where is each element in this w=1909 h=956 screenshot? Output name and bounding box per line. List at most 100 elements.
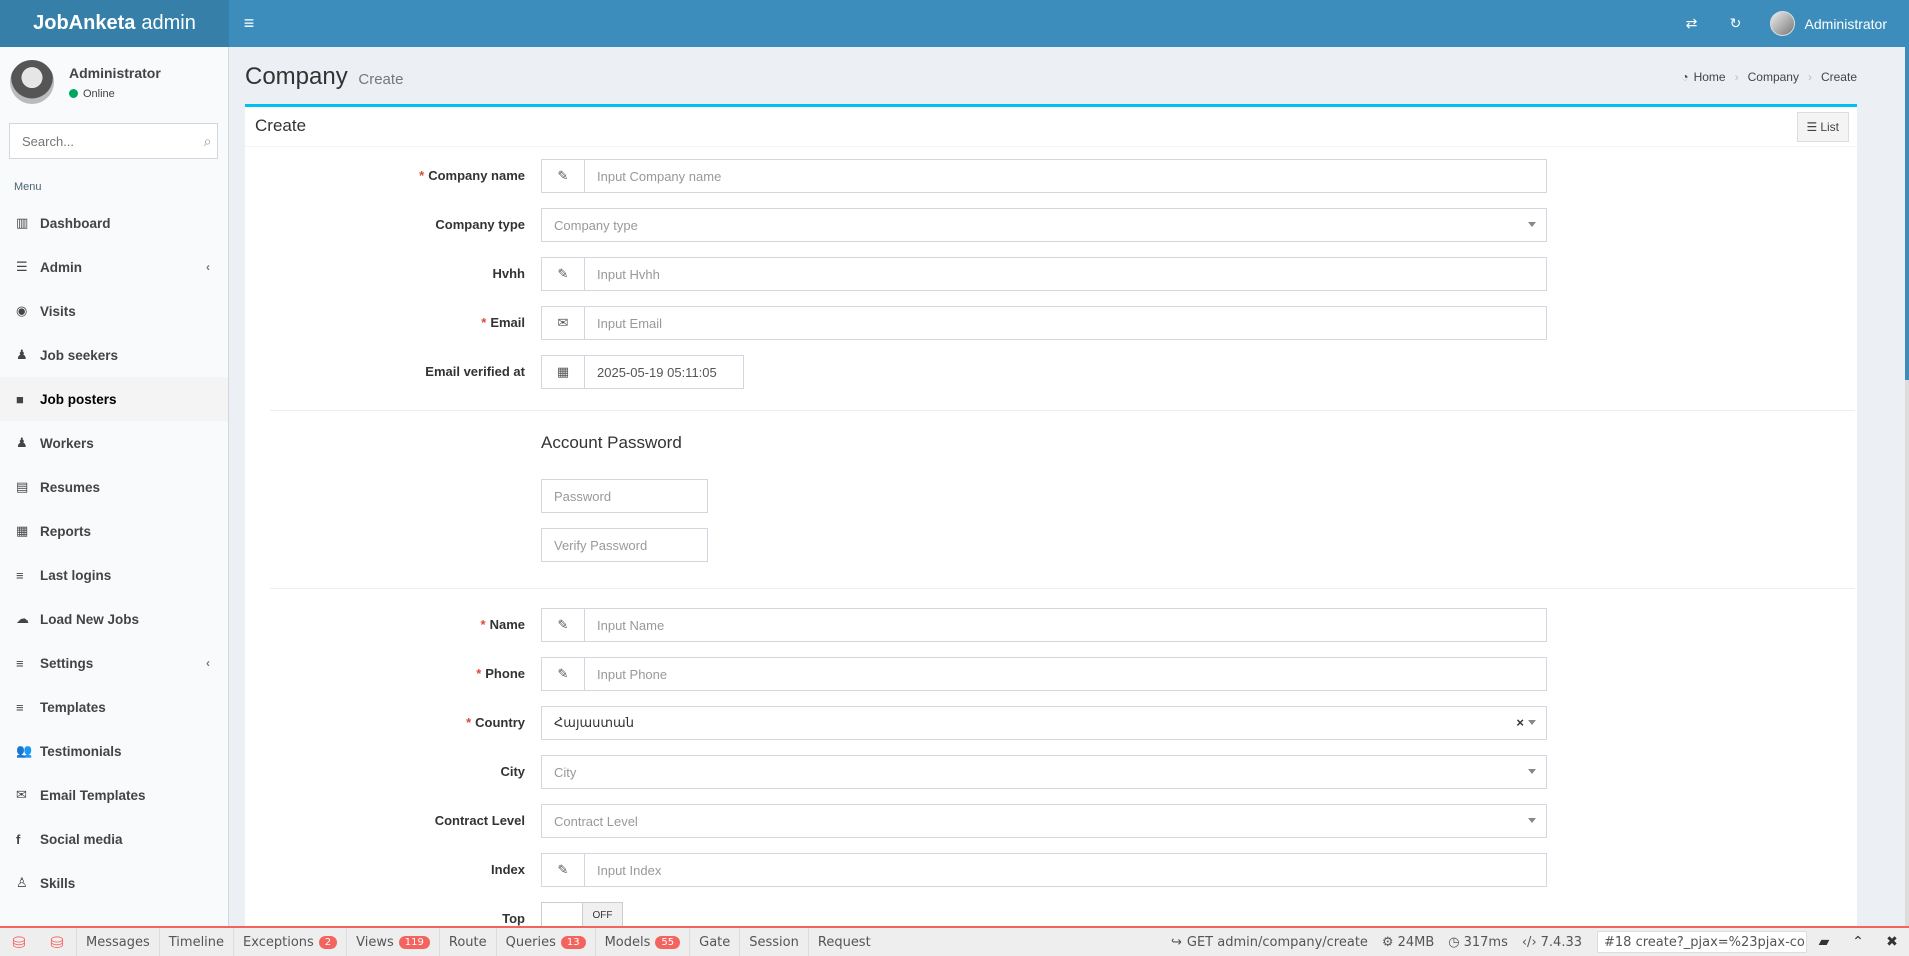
brand-logo[interactable]: JobAnketa admin: [0, 0, 229, 47]
company-name-field[interactable]: ✎ Input Company name: [541, 159, 1547, 193]
views-badge: 119: [398, 935, 430, 949]
email-label: * Email: [481, 315, 525, 330]
debug-tab-exceptions[interactable]: Exceptions 2: [233, 928, 346, 956]
sidebar-item-load-new-jobs[interactable]: ☁ Load New Jobs: [0, 597, 228, 641]
top-toggle[interactable]: OFF: [541, 902, 623, 928]
sidebar-item-social-media[interactable]: f Social media: [0, 817, 228, 861]
sidebar-item-resumes[interactable]: ▤ Resumes: [0, 465, 228, 509]
breadcrumb-company[interactable]: Company: [1748, 70, 1799, 84]
debug-tab-route[interactable]: Route: [438, 928, 496, 956]
menu-header: Menu: [14, 181, 42, 193]
contract-level-select[interactable]: Contract Level: [541, 804, 1547, 838]
name-field[interactable]: ✎ Input Name: [541, 608, 1547, 642]
bar-chart-icon: ▥: [16, 215, 29, 230]
password-input[interactable]: Password: [541, 479, 708, 513]
sidebar-item-last-logins[interactable]: ≡ Last logins: [0, 553, 228, 597]
debug-tab-request[interactable]: Request: [807, 928, 880, 956]
language-icon[interactable]: ⇄: [1670, 15, 1714, 32]
form-row-email: * Email ✉ Input Email: [245, 306, 1857, 340]
form-row-hvhh: Hvhh ✎ Input Hvhh: [245, 257, 1857, 291]
sidebar-item-label: Job seekers: [40, 347, 119, 363]
debug-tab-messages[interactable]: Messages: [76, 928, 159, 956]
chevron-up-icon[interactable]: ⌃: [1841, 934, 1875, 950]
index-input[interactable]: Input Index: [585, 863, 661, 878]
hvhh-label: Hvhh: [492, 266, 526, 281]
user-secret-icon: ♟: [16, 347, 28, 362]
facebook-icon: f: [16, 831, 21, 847]
verify-password-input[interactable]: Verify Password: [541, 528, 708, 562]
user-menu[interactable]: Administrator: [1805, 16, 1887, 32]
queries-badge: 13: [560, 935, 586, 949]
sidebar-item-job-seekers[interactable]: ♟ Job seekers: [0, 333, 228, 377]
breadcrumb: ◔ Home › Company › Create: [1681, 70, 1857, 84]
list-button[interactable]: ☰ List: [1796, 112, 1849, 142]
email-field[interactable]: ✉ Input Email: [541, 306, 1547, 340]
name-input[interactable]: Input Name: [585, 618, 664, 633]
envelope-icon: ✉: [16, 787, 27, 802]
sidebar-item-skills[interactable]: ♙ Skills: [0, 861, 228, 905]
sidebar-toggle-icon[interactable]: ≡: [229, 0, 269, 47]
debug-tab-queries[interactable]: Queries 13: [495, 928, 595, 956]
hvhh-input[interactable]: Input Hvhh: [585, 267, 660, 282]
sidebar-item-admin[interactable]: ☰ Admin ‹: [0, 245, 228, 289]
email-input[interactable]: Input Email: [585, 316, 662, 331]
company-type-select[interactable]: Company type: [541, 208, 1547, 242]
name-label: * Name: [480, 617, 525, 632]
sidebar-item-job-posters[interactable]: ■ Job posters: [0, 377, 228, 421]
email-verified-field[interactable]: ▦ 2025-05-19 05:11:05: [541, 355, 744, 389]
breadcrumb-separator: ›: [1807, 70, 1812, 84]
debug-tab-views[interactable]: Views 119: [346, 928, 439, 956]
sidebar-item-reports[interactable]: ▦ Reports: [0, 509, 228, 553]
list-icon: ☰: [1806, 120, 1818, 134]
request-info[interactable]: ↪ GET admin/company/create: [1164, 935, 1375, 950]
phone-label: * Phone: [476, 666, 525, 681]
envelope-icon: ✉: [542, 307, 585, 339]
breadcrumb-home[interactable]: Home: [1694, 70, 1726, 84]
phone-field[interactable]: ✎ Input Phone: [541, 657, 1547, 691]
company-name-input[interactable]: Input Company name: [585, 169, 721, 184]
debug-tab-models[interactable]: Models 55: [594, 928, 690, 956]
email-verified-label: Email verified at: [425, 364, 525, 379]
avatar[interactable]: [1769, 11, 1795, 36]
search-input[interactable]: [10, 124, 198, 158]
pencil-icon: ✎: [542, 658, 585, 690]
avatar: [10, 60, 54, 104]
email-verified-input[interactable]: 2025-05-19 05:11:05: [585, 365, 717, 380]
pencil-icon: ✎: [542, 160, 585, 192]
country-label: * Country: [466, 715, 525, 730]
chevron-left-icon: ‹: [206, 656, 210, 670]
laravel-restore-icon[interactable]: ⛁: [38, 933, 76, 952]
memory-info[interactable]: ⚙ 24MB: [1375, 935, 1441, 950]
sidebar-item-visits[interactable]: ◉ Visits: [0, 289, 228, 333]
sidebar-item-testimonials[interactable]: 👥 Testimonials: [0, 729, 228, 773]
sidebar-item-settings[interactable]: ≡ Settings ‹: [0, 641, 228, 685]
sidebar-item-dashboard[interactable]: ▥ Dashboard: [0, 201, 228, 245]
clear-icon[interactable]: ×: [1516, 715, 1524, 730]
scrollbar-thumb[interactable]: [1905, 0, 1909, 380]
sidebar-item-email-templates[interactable]: ✉ Email Templates: [0, 773, 228, 817]
request-select[interactable]: #18 create?_pjax=%23pjax-cor⌄: [1597, 931, 1807, 953]
sidebar-item-workers[interactable]: ♟ Workers: [0, 421, 228, 465]
folder-open-icon[interactable]: ▰: [1807, 934, 1841, 950]
top-navbar: JobAnketa admin ≡ ⇄ ↻ Administrator: [0, 0, 1905, 47]
toggle-handle[interactable]: [542, 903, 582, 927]
phone-input[interactable]: Input Phone: [585, 667, 667, 682]
debug-tab-session[interactable]: Session: [739, 928, 808, 956]
page-scrollbar[interactable]: [1905, 0, 1909, 930]
city-select[interactable]: City: [541, 755, 1547, 789]
user-secret-icon: ♟: [16, 435, 28, 450]
hvhh-field[interactable]: ✎ Input Hvhh: [541, 257, 1547, 291]
debug-tab-timeline[interactable]: Timeline: [158, 928, 233, 956]
form-row-index: Index ✎ Input Index: [245, 853, 1857, 887]
debug-tab-gate[interactable]: Gate: [689, 928, 739, 956]
calendar-icon: ▦: [542, 356, 585, 388]
search-icon[interactable]: ⌕: [198, 133, 217, 150]
caret-down-icon: [1528, 818, 1536, 823]
sidebar-item-templates[interactable]: ≡ Templates: [0, 685, 228, 729]
refresh-icon[interactable]: ↻: [1714, 15, 1758, 32]
country-select[interactable]: Հայաստան ×: [541, 706, 1547, 740]
time-info[interactable]: ◷ 317ms: [1441, 935, 1515, 950]
close-icon[interactable]: ✖: [1875, 934, 1909, 950]
index-field[interactable]: ✎ Input Index: [541, 853, 1547, 887]
laravel-icon[interactable]: ⛁: [0, 933, 38, 952]
